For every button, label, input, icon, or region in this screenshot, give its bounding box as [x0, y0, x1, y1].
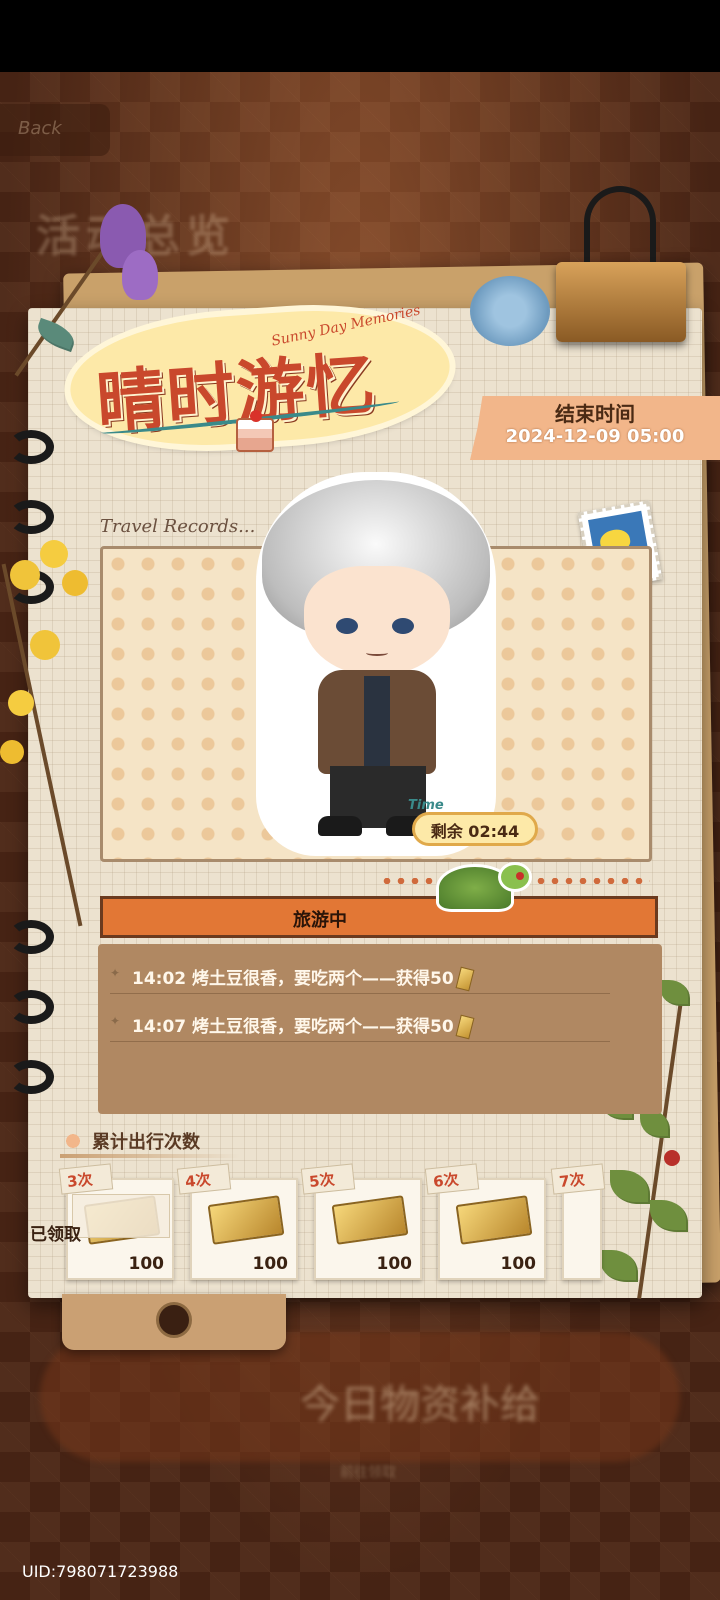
- reward-tier-tab: 5次: [300, 1163, 356, 1195]
- flower-badge-icon: [60, 1130, 86, 1152]
- mimosa-flower-icon: [0, 740, 24, 764]
- uid-label: UID:798071723988: [22, 1562, 179, 1581]
- end-time-value: 2024-12-09 05:00: [505, 426, 685, 447]
- reward-card[interactable]: 100: [66, 1178, 174, 1280]
- daily-supplies-title: 今日物资补给: [300, 1382, 540, 1428]
- spiral-ring: [8, 500, 54, 534]
- time-tag: Time: [408, 798, 444, 813]
- character-eye: [336, 618, 358, 634]
- hang-hole: [156, 1302, 192, 1338]
- log-entry-text: 14:02 烤土豆很香，要吃两个——获得50: [132, 964, 475, 992]
- spiral-ring: [8, 920, 54, 954]
- spiral-ring: [8, 1060, 54, 1094]
- character-mouth: [366, 650, 388, 656]
- spiral-ring: [8, 990, 54, 1024]
- end-time-label: 结束时间: [555, 402, 635, 426]
- daily-supplies-sub: 前往领取: [340, 1465, 396, 1481]
- reward-tier-tab: 4次: [176, 1163, 232, 1195]
- status-bar: [0, 0, 720, 72]
- mimosa-flower-icon: [8, 690, 34, 716]
- gold-ticket-icon: [455, 966, 475, 992]
- reward-quantity: 100: [128, 1254, 165, 1274]
- character-shirt: [364, 676, 390, 766]
- cumulative-trips-label: 累计出行次数: [92, 1132, 200, 1153]
- back-button[interactable]: Back: [0, 104, 110, 156]
- star-bullet-icon: ✦: [110, 966, 121, 980]
- binder-clip-icon: [556, 262, 686, 342]
- gold-ticket-icon: [455, 1014, 475, 1040]
- star-bullet-icon: ✦: [110, 1014, 121, 1028]
- log-entry: ✦ 14:07 烤土豆很香，要吃两个——获得50: [110, 1006, 610, 1042]
- mimosa-flower-icon: [30, 630, 60, 660]
- reward-tier-tab: 6次: [424, 1163, 480, 1195]
- gold-ticket-icon: [455, 1195, 533, 1245]
- spiral-ring: [8, 430, 54, 464]
- reward-card[interactable]: [562, 1178, 602, 1280]
- log-entry: ✦ 14:02 烤土豆很香，要吃两个——获得50: [110, 958, 610, 994]
- reward-card[interactable]: 100: [438, 1178, 546, 1280]
- claimed-label: 已领取: [30, 1225, 81, 1245]
- blue-flower-icon: [470, 276, 550, 346]
- character-shoe: [318, 816, 362, 836]
- gold-ticket-icon: [207, 1195, 285, 1245]
- log-entry-text: 14:07 烤土豆很香，要吃两个——获得50: [132, 1012, 475, 1040]
- berry-icon: [664, 1150, 680, 1166]
- cake-icon: [236, 410, 274, 452]
- reward-tier-tab: 7次: [550, 1163, 606, 1195]
- travel-records-header: Travel Records...: [100, 516, 256, 537]
- remaining-time: 剩余 02:44: [430, 822, 520, 841]
- reward-card[interactable]: 100: [314, 1178, 422, 1280]
- mimosa-flower-icon: [10, 560, 40, 590]
- reward-quantity: 100: [500, 1254, 537, 1274]
- turtle-head: [498, 862, 532, 892]
- gold-ticket-icon: [331, 1195, 409, 1245]
- lavender-flower-icon: [122, 250, 158, 300]
- cumulative-underline: [60, 1154, 240, 1158]
- reward-tier-tab: 3次: [58, 1163, 114, 1195]
- claimed-overlay: [72, 1194, 170, 1238]
- character-eye: [392, 618, 414, 634]
- character-face: [304, 566, 450, 676]
- mimosa-flower-icon: [62, 570, 88, 596]
- mimosa-flower-icon: [40, 540, 68, 568]
- turtle-eye: [516, 872, 524, 880]
- reward-quantity: 100: [252, 1254, 289, 1274]
- reward-quantity: 100: [376, 1254, 413, 1274]
- reward-card[interactable]: 100: [190, 1178, 298, 1280]
